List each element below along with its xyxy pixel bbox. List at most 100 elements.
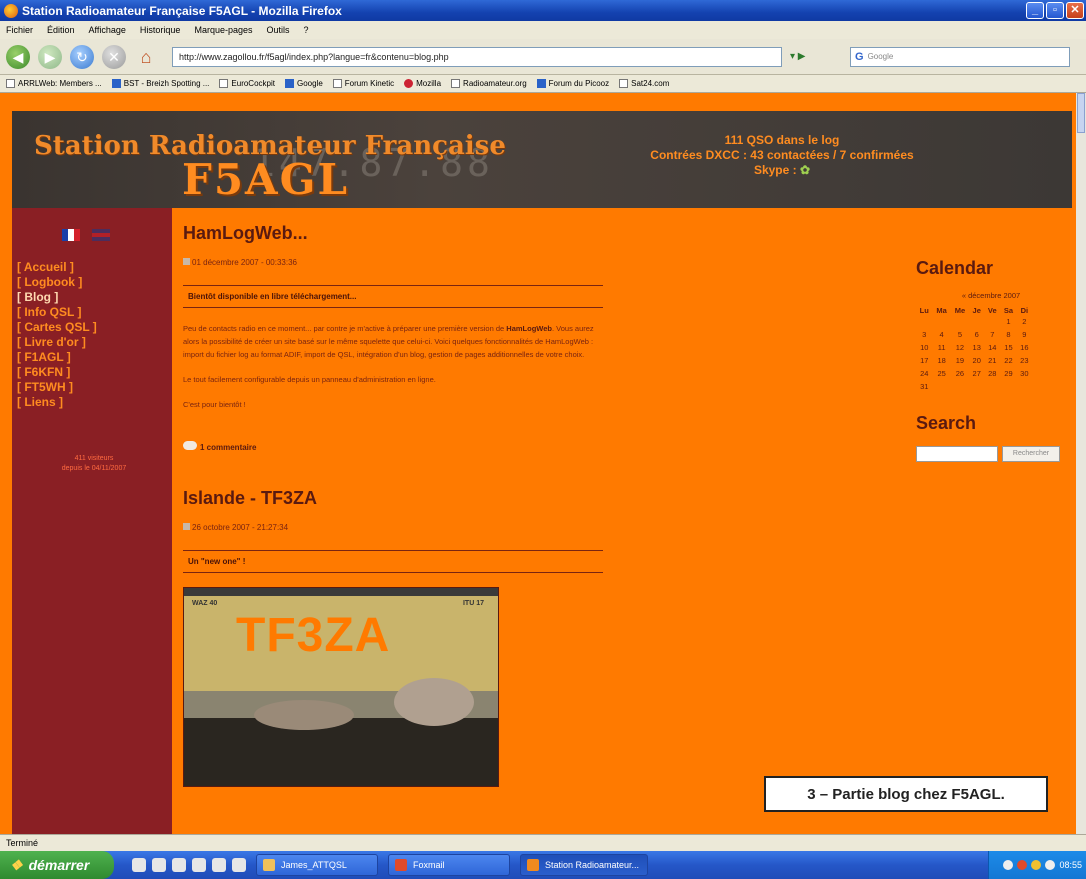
- calendar-day[interactable]: 25: [932, 367, 950, 380]
- calendar-day[interactable]: 19: [951, 354, 969, 367]
- post-title[interactable]: HamLogWeb...: [183, 223, 603, 244]
- nav-cartes-qsl[interactable]: [ Cartes QSL ]: [17, 320, 97, 335]
- start-button[interactable]: ❖ démarrer: [0, 851, 114, 879]
- skype-status-icon[interactable]: ✿: [800, 163, 810, 177]
- nav-ft5wh[interactable]: [ FT5WH ]: [17, 380, 97, 395]
- calendar-day[interactable]: 22: [1000, 354, 1016, 367]
- calendar-day[interactable]: 20: [969, 354, 984, 367]
- calendar-day[interactable]: 29: [1000, 367, 1016, 380]
- calendar-day[interactable]: 13: [969, 341, 984, 354]
- quicklaunch-icon[interactable]: [152, 858, 166, 872]
- bookmark-radioamateur[interactable]: Radioamateur.org: [451, 79, 527, 89]
- menu-outils[interactable]: Outils: [267, 25, 290, 35]
- search-button[interactable]: Rechercher: [1002, 446, 1060, 462]
- bookmark-mozilla[interactable]: Mozilla: [404, 79, 441, 89]
- calendar-day[interactable]: 14: [984, 341, 1000, 354]
- calendar-day[interactable]: 11: [932, 341, 950, 354]
- calendar-day[interactable]: 21: [984, 354, 1000, 367]
- calendar-day[interactable]: 12: [951, 341, 969, 354]
- address-bar[interactable]: http://www.zagollou.fr/f5agl/index.php?l…: [172, 46, 782, 67]
- taskbar-item-folder[interactable]: James_ATTQSL: [256, 854, 378, 876]
- site-search-input[interactable]: [916, 446, 998, 462]
- home-icon[interactable]: ⌂: [134, 45, 158, 69]
- nav-logbook[interactable]: [ Logbook ]: [17, 275, 97, 290]
- nav-blog[interactable]: [ Blog ]: [17, 290, 97, 305]
- bookmark-sat24[interactable]: Sat24.com: [619, 79, 669, 89]
- quicklaunch-icon[interactable]: [132, 858, 146, 872]
- calendar-day[interactable]: 10: [916, 341, 932, 354]
- window-title: Station Radioamateur Française F5AGL - M…: [22, 3, 342, 18]
- french-flag-icon[interactable]: [62, 229, 80, 241]
- go-button[interactable]: ▾ ▶: [790, 47, 832, 67]
- quicklaunch-icon[interactable]: [172, 858, 186, 872]
- bookmark-bst[interactable]: BST - Breizh Spotting ...: [111, 79, 209, 89]
- calendar-day[interactable]: 30: [1017, 367, 1032, 380]
- qsl-callsign: TF3ZA: [236, 609, 391, 662]
- calendar-day[interactable]: 31: [916, 380, 932, 393]
- calendar-day[interactable]: 6: [969, 328, 984, 341]
- menu-edition[interactable]: Édition: [47, 25, 75, 35]
- menu-fichier[interactable]: Fichier: [6, 25, 33, 35]
- calendar-day[interactable]: 23: [1017, 354, 1032, 367]
- menu-help[interactable]: ?: [304, 25, 309, 35]
- nav-accueil[interactable]: [ Accueil ]: [17, 260, 97, 275]
- calendar-day[interactable]: 15: [1000, 341, 1016, 354]
- site-logo-callsign[interactable]: F5AGL: [182, 155, 349, 204]
- taskbar-item-foxmail[interactable]: Foxmail: [388, 854, 510, 876]
- calendar-month[interactable]: « décembre 2007: [916, 291, 1066, 300]
- forward-arrow-icon[interactable]: ▶: [38, 44, 62, 69]
- bookmark-arrl[interactable]: ARRLWeb: Members ...: [6, 79, 102, 89]
- nav-info-qsl[interactable]: [ Info QSL ]: [17, 305, 97, 320]
- calendar-day[interactable]: 4: [932, 328, 950, 341]
- calendar-day[interactable]: 9: [1017, 328, 1032, 341]
- calendar-day[interactable]: 3: [916, 328, 932, 341]
- back-arrow-icon[interactable]: ◀: [6, 44, 30, 69]
- nav-liens[interactable]: [ Liens ]: [17, 395, 97, 410]
- nav-f1agl[interactable]: [ F1AGL ]: [17, 350, 97, 365]
- calendar-day[interactable]: 26: [951, 367, 969, 380]
- calendar-day[interactable]: 17: [916, 354, 932, 367]
- bookmark-forum-kinetic[interactable]: Forum Kinetic: [332, 79, 394, 89]
- qsl-card-image[interactable]: WAZ 40 ITU 17 TF3ZA: [183, 587, 499, 787]
- bookmark-google[interactable]: Google: [284, 79, 323, 89]
- stop-icon[interactable]: ✕: [102, 44, 126, 69]
- comments-link[interactable]: 1 commentaire: [183, 441, 603, 452]
- nav-livre-dor[interactable]: [ Livre d'or ]: [17, 335, 97, 350]
- tray-icon[interactable]: [1017, 860, 1028, 870]
- search-input[interactable]: G Google: [850, 46, 1070, 67]
- quicklaunch-icon[interactable]: [232, 858, 246, 872]
- calendar-day[interactable]: 1: [1000, 315, 1016, 328]
- minimize-button[interactable]: _: [1026, 2, 1044, 19]
- post-title[interactable]: Islande - TF3ZA: [183, 488, 603, 509]
- calendar-day[interactable]: 2: [1017, 315, 1032, 328]
- calendar-day[interactable]: 18: [932, 354, 950, 367]
- post-date-text: 01 décembre 2007 - 00:33:36: [192, 258, 297, 267]
- close-button[interactable]: ✕: [1066, 2, 1084, 19]
- maximize-button[interactable]: ▫: [1046, 2, 1064, 19]
- tray-icon[interactable]: [1003, 860, 1014, 870]
- calendar-day[interactable]: 7: [984, 328, 1000, 341]
- quicklaunch-icon[interactable]: [212, 858, 226, 872]
- tray-icon[interactable]: [1031, 860, 1042, 870]
- quicklaunch-icon[interactable]: [192, 858, 206, 872]
- vertical-scrollbar[interactable]: [1076, 93, 1086, 834]
- calendar-day[interactable]: 24: [916, 367, 932, 380]
- menu-marque-pages[interactable]: Marque-pages: [194, 25, 252, 35]
- calendar-day: [969, 380, 984, 393]
- calendar-day[interactable]: 5: [951, 328, 969, 341]
- calendar-day[interactable]: 8: [1000, 328, 1016, 341]
- clock: 08:55: [1059, 860, 1082, 870]
- menu-historique[interactable]: Historique: [140, 25, 181, 35]
- bookmark-eurocockpit[interactable]: EuroCockpit: [219, 79, 275, 89]
- nav-f6kfn[interactable]: [ F6KFN ]: [17, 365, 97, 380]
- bookmark-picooz[interactable]: Forum du Picooz: [536, 79, 609, 89]
- calendar-day[interactable]: 16: [1017, 341, 1032, 354]
- scrollbar-thumb[interactable]: [1077, 93, 1085, 133]
- calendar-day[interactable]: 27: [969, 367, 984, 380]
- english-flag-icon[interactable]: [92, 229, 110, 241]
- menu-affichage[interactable]: Affichage: [89, 25, 126, 35]
- calendar-day[interactable]: 28: [984, 367, 1000, 380]
- taskbar-item-firefox[interactable]: Station Radioamateur...: [520, 854, 648, 876]
- reload-icon[interactable]: ↻: [70, 44, 94, 69]
- tray-icon[interactable]: [1045, 860, 1056, 870]
